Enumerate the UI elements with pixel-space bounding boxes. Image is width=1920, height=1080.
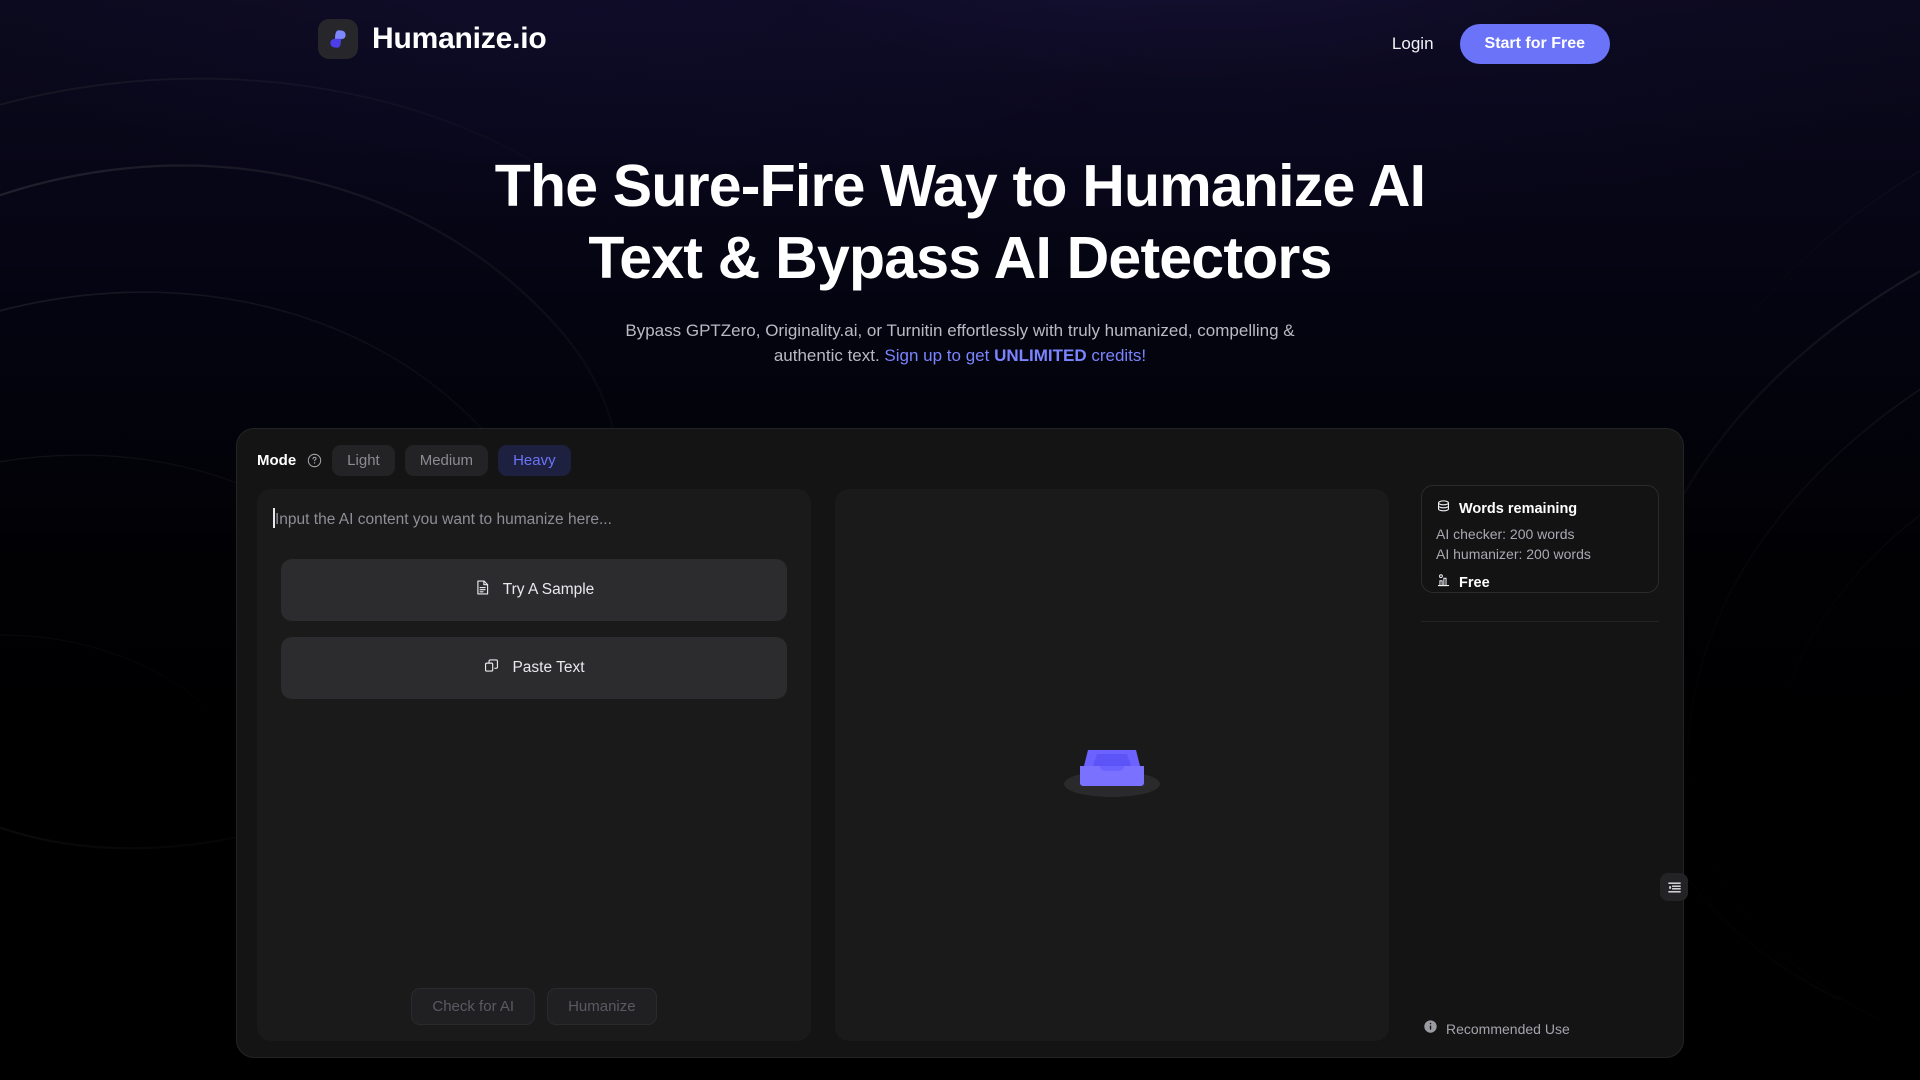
mode-option-heavy[interactable]: Heavy [498, 445, 571, 476]
words-remaining-header: Words remaining [1436, 499, 1644, 519]
output-panel[interactable] [835, 489, 1389, 1041]
check-for-ai-button[interactable]: Check for AI [411, 988, 536, 1025]
page-title: The Sure-Fire Way to Humanize AI Text & … [430, 150, 1490, 294]
login-link[interactable]: Login [1392, 34, 1434, 54]
header-nav: Login Start for Free [1392, 24, 1610, 64]
words-remaining-card: Words remaining AI checker: 200 words AI… [1421, 485, 1659, 593]
plan-row: Free [1436, 573, 1644, 593]
recommended-use-label: Recommended Use [1446, 1021, 1570, 1037]
coins-stack-icon [1436, 499, 1451, 519]
humanize-leaf-logo-icon [318, 19, 358, 59]
signup-credits-link[interactable]: Sign up to get UNLIMITED credits! [884, 346, 1146, 365]
copy-paste-icon [483, 657, 500, 679]
mode-label: Mode [257, 452, 297, 469]
try-a-sample-label: Try A Sample [502, 581, 595, 598]
ai-humanizer-words: AI humanizer: 200 words [1436, 546, 1591, 562]
plan-chart-icon [1436, 573, 1451, 593]
try-a-sample-button[interactable]: Try A Sample [281, 559, 787, 621]
hero-subtitle: Bypass GPTZero, Originality.ai, or Turni… [600, 318, 1320, 368]
input-placeholder: Input the AI content you want to humaniz… [275, 511, 612, 528]
input-panel[interactable]: Input the AI content you want to humaniz… [257, 489, 811, 1041]
hero-section: The Sure-Fire Way to Humanize AI Text & … [0, 150, 1920, 368]
paste-text-button[interactable]: Paste Text [281, 637, 787, 699]
recommended-use-link[interactable]: Recommended Use [1423, 1019, 1570, 1039]
plan-name: Free [1459, 575, 1490, 591]
sidebar-divider [1421, 621, 1659, 622]
words-remaining-title: Words remaining [1459, 501, 1578, 517]
sidebar-credits-panel: Words remaining AI checker: 200 words AI… [1415, 443, 1688, 1045]
signup-link-pre: Sign up to get [884, 346, 995, 365]
output-empty-state [1052, 715, 1172, 815]
ai-checker-words: AI checker: 200 words [1436, 526, 1575, 542]
tool-action-row: Check for AI Humanize [257, 988, 811, 1025]
paste-text-label: Paste Text [512, 659, 585, 676]
mode-option-light[interactable]: Light [332, 445, 395, 476]
humanizer-tool-card: Mode Light Medium Heavy Input the AI con… [236, 428, 1688, 1058]
document-text-icon [474, 579, 491, 601]
question-circle-icon[interactable] [307, 453, 322, 468]
site-header: Humanize.io Login Start for Free [0, 0, 1920, 86]
signup-link-post: credits! [1086, 346, 1147, 365]
hero-title-line-2: Text & Bypass AI Detectors [588, 225, 1332, 291]
page-root: Humanize.io Login Start for Free The Sur… [0, 0, 1920, 1080]
inbox-tray-icon [1064, 750, 1160, 797]
mode-selector: Mode Light Medium Heavy [257, 445, 571, 476]
start-for-free-button[interactable]: Start for Free [1459, 24, 1610, 64]
brand-name: Humanize.io [372, 22, 547, 55]
info-circle-icon [1423, 1019, 1438, 1039]
signup-link-strong: UNLIMITED [994, 346, 1087, 365]
humanize-button[interactable]: Humanize [547, 988, 657, 1025]
list-menu-icon[interactable] [1660, 873, 1688, 901]
mode-option-medium[interactable]: Medium [404, 445, 489, 476]
hero-title-line-1: The Sure-Fire Way to Humanize AI [494, 153, 1426, 219]
brand-logo[interactable]: Humanize.io [318, 19, 547, 59]
